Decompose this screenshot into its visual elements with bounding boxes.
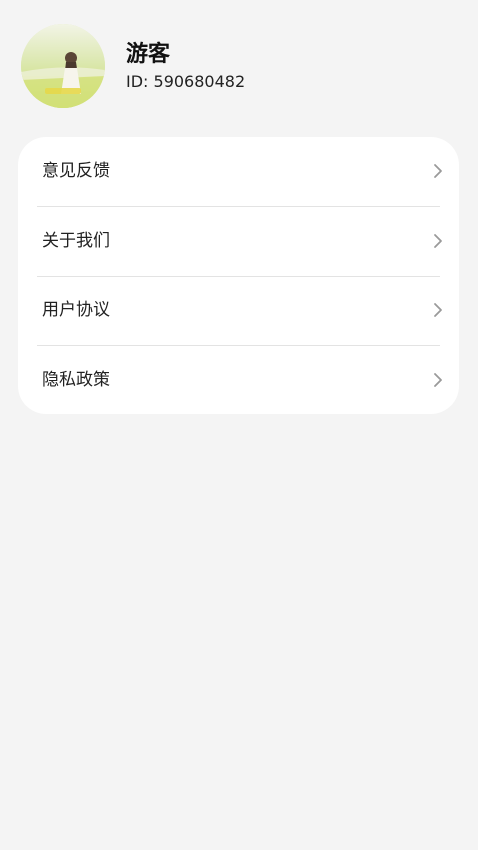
menu-item-label: 隐私政策 [42, 370, 110, 390]
chevron-right-icon [434, 373, 442, 387]
avatar-image [21, 24, 105, 108]
menu-item-user-agreement[interactable]: 用户协议 [18, 276, 459, 345]
menu-item-label: 意见反馈 [42, 161, 110, 181]
settings-menu-card: 意见反馈 关于我们 用户协议 隐私政策 [18, 137, 459, 414]
menu-item-privacy-policy[interactable]: 隐私政策 [18, 346, 459, 415]
menu-item-feedback[interactable]: 意见反馈 [18, 137, 459, 206]
chevron-right-icon [434, 234, 442, 248]
menu-item-label: 关于我们 [42, 231, 110, 251]
avatar[interactable] [21, 24, 105, 108]
menu-item-about-us[interactable]: 关于我们 [18, 207, 459, 276]
menu-item-label: 用户协议 [42, 300, 110, 320]
profile-header: 游客 ID: 590680482 [0, 0, 478, 130]
chevron-right-icon [434, 164, 442, 178]
nickname: 游客 [126, 42, 171, 67]
user-id: ID: 590680482 [126, 72, 246, 91]
chevron-right-icon [434, 303, 442, 317]
